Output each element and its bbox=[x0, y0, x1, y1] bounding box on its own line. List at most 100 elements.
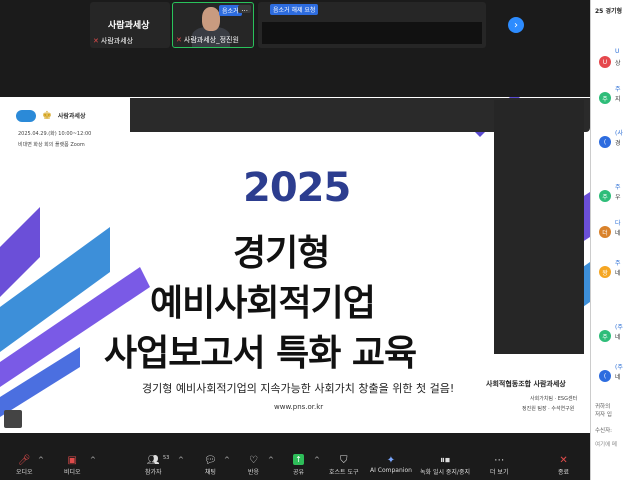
share-button[interactable]: ↑ 공유 bbox=[293, 454, 304, 476]
zoom-window: 사람과세상 ✕ 사람과세상 음소거 ... ✕ 사람과세상_정진원 음소거 해제… bbox=[0, 0, 623, 480]
chat-sender: (주 bbox=[615, 324, 623, 331]
pause-stop-icon: ⏸⏹ bbox=[440, 455, 450, 466]
end-label: 종료 bbox=[558, 469, 570, 476]
audio-button[interactable]: 🎤︎ 오디오 bbox=[16, 454, 33, 476]
chat-avatar: 주 bbox=[599, 92, 611, 104]
chat-notice-2: 저자 입 bbox=[595, 412, 612, 418]
slide-subtitle: 경기형 예비사회적기업의 지속가능한 사회가치 창출을 위한 첫 걸음! bbox=[142, 382, 455, 395]
video-off-icon: ▣ bbox=[67, 455, 77, 466]
chat-avatar: ( bbox=[599, 136, 611, 148]
chevron-right-icon: › bbox=[514, 19, 518, 31]
chat-label: 채팅 bbox=[204, 469, 216, 476]
participant-tile-3[interactable]: 음소거 해제 요청 bbox=[258, 2, 486, 48]
slide-year: 2025 bbox=[243, 165, 351, 211]
chat-message-text: 네 bbox=[615, 230, 621, 237]
participants-button[interactable]: 👥︎ 참가자 bbox=[145, 454, 162, 476]
people-icon: ♚ bbox=[42, 109, 52, 122]
chat-avatar: U bbox=[599, 56, 611, 68]
share-up-icon: ↑ bbox=[293, 454, 304, 465]
chat-avatar: ( bbox=[599, 370, 611, 382]
slide-url: www.pns.or.kr bbox=[274, 403, 324, 411]
record-label: 녹화 일시 중지/중지 bbox=[420, 469, 470, 476]
video-label: 비디오 bbox=[64, 469, 81, 476]
slide-logo: ♚ 사람과세상 bbox=[16, 109, 85, 122]
shield-icon: ⛉ bbox=[340, 455, 348, 466]
share-caret-icon[interactable]: ^ bbox=[314, 456, 320, 464]
participants-count: 53 bbox=[163, 455, 170, 461]
slide-title-3: 사업보고서 특화 교육 bbox=[104, 333, 417, 374]
chat-sender: (사 bbox=[615, 130, 623, 137]
participant-name: 사람과세상 bbox=[100, 37, 134, 45]
chat-sender: 주 bbox=[615, 86, 621, 93]
chat-caret-icon[interactable]: ^ bbox=[224, 456, 230, 464]
mic-off-icon: ✕ bbox=[176, 36, 182, 44]
more-button[interactable]: ⋯ 더 보기 bbox=[490, 454, 508, 476]
record-button[interactable]: ⏸⏹ 녹화 일시 중지/중지 bbox=[420, 454, 470, 476]
sparkle-icon: ✦ bbox=[386, 455, 396, 466]
chat-notice-1: 귀하의 bbox=[595, 404, 611, 410]
mic-off-icon: ✕ bbox=[93, 37, 99, 45]
react-button[interactable]: ♡ 반응 bbox=[248, 454, 259, 476]
next-page-button[interactable]: › bbox=[508, 17, 524, 33]
audio-caret-icon[interactable]: ^ bbox=[38, 456, 44, 464]
end-button[interactable]: ✕ 종료 bbox=[558, 454, 569, 476]
chat-sender: 다 bbox=[615, 220, 621, 227]
unmute-request-badge: 음소거 해제 요청 bbox=[270, 4, 319, 15]
chat-sender: 주 bbox=[615, 184, 621, 191]
chat-message-text: 네 bbox=[615, 374, 621, 381]
slide-title-1: 경기형 bbox=[233, 233, 330, 274]
participants-icon: 👥︎ bbox=[146, 455, 160, 466]
chat-avatar: 주 bbox=[599, 330, 611, 342]
participant-strip: 사람과세상 ✕ 사람과세상 음소거 ... ✕ 사람과세상_정진원 음소거 해제… bbox=[0, 0, 590, 96]
participants-label: 참가자 bbox=[145, 469, 162, 476]
chat-sender: U bbox=[615, 48, 620, 55]
chat-sender: 주 bbox=[615, 260, 621, 267]
chat-title: 25 경기형 bbox=[595, 8, 622, 15]
chat-message-text: 네 bbox=[615, 334, 621, 341]
chat-avatar: 왕 bbox=[599, 266, 611, 278]
chat-recipient[interactable]: 수신자: bbox=[595, 426, 612, 434]
slide-org: 사회적협동조합 사람과세상 bbox=[486, 380, 566, 388]
logo-text: 사람과세상 bbox=[57, 113, 86, 120]
react-caret-icon[interactable]: ^ bbox=[268, 456, 274, 464]
heart-icon: ♡ bbox=[249, 455, 258, 466]
chat-message-text: 네 bbox=[615, 270, 621, 277]
audio-label: 오디오 bbox=[16, 469, 33, 476]
self-view-thumbnail[interactable] bbox=[4, 410, 22, 428]
host-tools-button[interactable]: ⛉ 호스트 도구 bbox=[329, 454, 359, 476]
chat-sender: (주 bbox=[615, 364, 623, 371]
chat-panel: 25 경기형 U U 상 주 주 지 (사(경 주 주 우 다 더 네 주 왕 네 (주 주 네 (주(네 귀하의 저… bbox=[590, 0, 623, 480]
close-icon: ✕ bbox=[559, 455, 568, 466]
participant-label: ✕ 사람과세상 bbox=[93, 36, 133, 46]
mic-muted-icon: 🎤︎ bbox=[17, 455, 31, 466]
video-caret-icon[interactable]: ^ bbox=[90, 456, 96, 464]
meeting-toolbar: 🎤︎ 오디오 ^ ▣ 비디오 ^ 👥︎ 참가자 53 ^ 💬︎ 채팅 ^ ♡ 반… bbox=[0, 452, 590, 480]
chat-input[interactable]: 여기에 메 bbox=[595, 440, 617, 448]
participant-tile-1[interactable]: 사람과세상 ✕ 사람과세상 bbox=[90, 2, 170, 48]
chat-icon: 💬︎ bbox=[204, 455, 217, 466]
slide-date: 2025.04.29.(화) 10:00~12:00 bbox=[18, 131, 92, 137]
slide-org-sub2: 정진원 팀장 · 수석연구원 bbox=[522, 406, 575, 412]
video-button[interactable]: ▣ 비디오 bbox=[64, 454, 81, 476]
participants-caret-icon[interactable]: ^ bbox=[178, 456, 184, 464]
more-label: 더 보기 bbox=[490, 469, 509, 476]
slide-overlay-panel bbox=[494, 100, 584, 354]
chat-message-text: 상 bbox=[615, 60, 621, 67]
participant-tile-2[interactable]: 음소거 ... ✕ 사람과세상_정진원 bbox=[172, 2, 254, 48]
logo-icon bbox=[16, 109, 36, 122]
chat-avatar: 더 bbox=[599, 226, 611, 238]
participant-label: ✕ 사람과세상_정진원 bbox=[176, 35, 239, 45]
chat-message-text: 경 bbox=[615, 140, 621, 147]
ai-companion-label: AI Companion bbox=[370, 467, 412, 474]
slide-place: 비대면 화상 회의 플랫폼 Zoom bbox=[18, 142, 85, 148]
chat-avatar: 주 bbox=[599, 190, 611, 202]
more-dots-icon: ⋯ bbox=[494, 455, 505, 466]
chat-message-text: 지 bbox=[615, 96, 621, 103]
participant-name: 사람과세상_정진원 bbox=[183, 36, 239, 44]
share-label: 공유 bbox=[293, 469, 305, 476]
chat-button[interactable]: 💬︎ 채팅 bbox=[204, 454, 217, 476]
ai-companion-button[interactable]: ✦ AI Companion bbox=[370, 454, 412, 474]
slide-title-2: 예비사회적기업 bbox=[150, 283, 376, 324]
participant-name-big: 사람과세상 bbox=[108, 21, 150, 31]
more-options-button[interactable]: ... bbox=[238, 5, 251, 13]
